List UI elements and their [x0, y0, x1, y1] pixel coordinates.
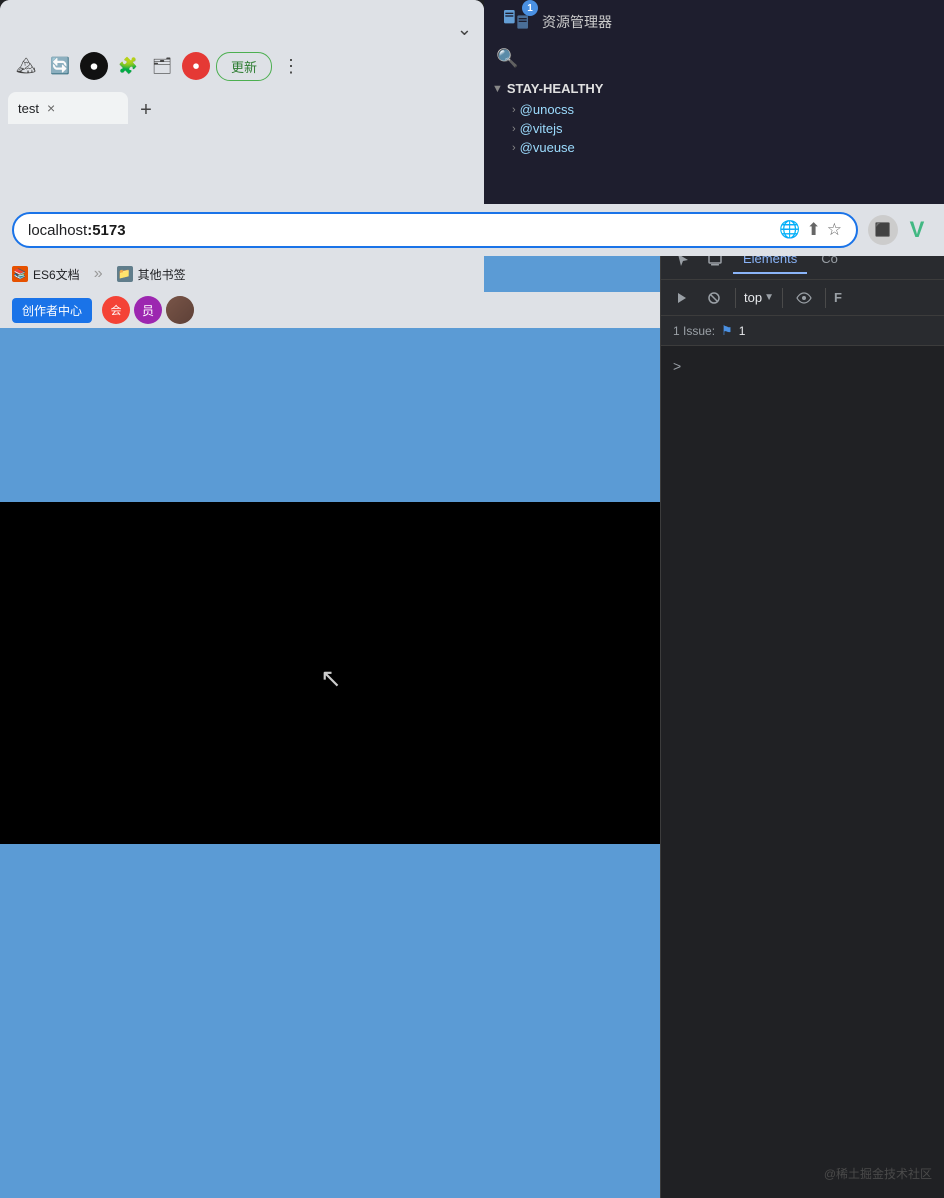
chrome-url-host: localhost — [28, 222, 87, 239]
devtools-console-toolbar: top ▼ F — [661, 280, 944, 316]
chrome-url-text: localhost:5173 — [28, 222, 773, 239]
vscode-item-label-2: @vitejs — [520, 121, 563, 136]
chrome-vue-icon[interactable]: V — [902, 215, 932, 245]
content-black: ↖ — [0, 502, 660, 844]
devtools-top-select[interactable]: top ▼ — [744, 290, 774, 305]
chrome-icon-window[interactable]: 🗂 — [148, 52, 176, 80]
chrome-icon-record[interactable]: ⏺ — [182, 52, 210, 80]
chrome-tab-strip: test × + — [0, 88, 484, 124]
chrome-new-tab-button[interactable]: + — [132, 96, 160, 124]
chrome-icon-circle-dark[interactable]: ⏺ — [80, 52, 108, 80]
chrome-nav-icons: ⬛ V — [868, 215, 932, 245]
chrome-user-avatars: 会 员 — [102, 296, 194, 324]
vscode-item-chevron-3: › — [512, 142, 516, 154]
bookmark-other[interactable]: 📁 其他书签 — [117, 266, 186, 283]
vscode-search-icon[interactable]: 🔍 — [496, 48, 518, 69]
devtools-play-button[interactable] — [669, 285, 695, 311]
devtools-console-area: > @稀土掘金技术社区 — [661, 346, 944, 1198]
chrome-toolbar-icons: 🏔 🔄 ⏺ 🧩 🗂 ⏺ 更新 ⋮ — [0, 44, 484, 88]
devtools-issue-text: 1 Issue: — [673, 324, 715, 338]
bookmark-es6-favicon: 📚 — [12, 266, 28, 282]
vscode-explorer-icon: 1 — [500, 4, 532, 40]
chrome-tab-close-button[interactable]: × — [47, 100, 55, 116]
devtools-panel: Elements Co top ▼ F — [660, 240, 944, 1198]
content-blue-bottom — [0, 844, 660, 1198]
chrome-address-bar: localhost:5173 🌐 ⬆ ☆ ⬛ V — [0, 204, 944, 256]
avatar-1: 会 — [102, 296, 130, 324]
devtools-prompt-symbol: > — [673, 358, 681, 374]
devtools-issue-bar: 1 Issue: ⚑ 1 — [661, 316, 944, 346]
chrome-bookmarks-bar-full: 创作者中心 会 员 — [0, 292, 660, 328]
vscode-header: 1 资源管理器 — [484, 0, 944, 44]
devtools-console-prompt[interactable]: > — [673, 358, 932, 374]
bookmark-es6[interactable]: 📚 ES6文档 — [12, 266, 80, 283]
vscode-root-chevron: ▼ — [492, 83, 503, 95]
devtools-top-label: top — [744, 290, 762, 305]
avatar-3 — [166, 296, 194, 324]
devtools-eye-button[interactable] — [791, 285, 817, 311]
chrome-extension-icon-gray[interactable]: ⬛ — [868, 215, 898, 245]
devtools-stop-button[interactable] — [701, 285, 727, 311]
chrome-dropdown-button[interactable]: ⌄ — [453, 15, 476, 44]
vscode-header-title: 资源管理器 — [542, 12, 612, 32]
vscode-item-chevron-2: › — [512, 123, 516, 135]
chrome-url-port: :5173 — [87, 222, 125, 239]
vscode-item-label-1: @unocss — [520, 102, 574, 117]
chrome-translate-icon[interactable]: 🌐 — [779, 220, 800, 240]
mouse-cursor: ↖ — [320, 663, 342, 694]
bookmark-es6-label: ES6文档 — [33, 266, 80, 283]
chrome-tab-test[interactable]: test × — [8, 92, 128, 124]
devtools-separator — [735, 288, 736, 308]
chrome-bookmark-star-icon[interactable]: ☆ — [827, 220, 842, 240]
vscode-root-label: STAY-HEALTHY — [507, 81, 604, 96]
devtools-separator-2 — [782, 288, 783, 308]
chrome-icon-reload-circle[interactable]: 🔄 — [46, 52, 74, 80]
bookmark-creator-label: 创作者中心 — [22, 302, 82, 319]
vscode-item-label-3: @vueuse — [520, 140, 575, 155]
vscode-badge: 1 — [522, 0, 538, 16]
bookmark-creator[interactable]: 创作者中心 — [12, 298, 92, 323]
vscode-item-chevron-1: › — [512, 104, 516, 116]
devtools-filter-label: F — [834, 290, 842, 305]
chrome-address-icons: 🌐 ⬆ ☆ — [779, 220, 842, 240]
browser-content: ↖ — [0, 240, 660, 1198]
devtools-top-chevron: ▼ — [764, 292, 774, 303]
bookmark-other-label: 其他书签 — [138, 266, 186, 283]
chrome-bookmarks-bar: 📚 ES6文档 » 📁 其他书签 — [0, 256, 484, 292]
bookmark-other-favicon: 📁 — [117, 266, 133, 282]
chrome-tab-label: test — [18, 101, 39, 116]
avatar-2: 员 — [134, 296, 162, 324]
vscode-tree-item-vueuse[interactable]: › @vueuse — [484, 138, 944, 157]
chrome-icon-puzzle[interactable]: 🧩 — [114, 52, 142, 80]
devtools-issue-count: 1 — [739, 324, 746, 338]
vscode-tree-item-unocss[interactable]: › @unocss — [484, 100, 944, 119]
devtools-separator-3 — [825, 288, 826, 308]
chrome-share-icon[interactable]: ⬆ — [807, 220, 821, 240]
devtools-issue-flag-icon: ⚑ — [721, 323, 733, 339]
chrome-update-button[interactable]: 更新 — [216, 52, 272, 81]
devtools-watermark: @稀土掘金技术社区 — [824, 1165, 932, 1182]
chrome-more-button[interactable]: ⋮ — [278, 56, 304, 77]
chrome-tab-bar-top: ⌄ — [0, 0, 484, 44]
chrome-icon-landscape[interactable]: 🏔 — [12, 52, 40, 80]
bookmark-separator: » — [94, 265, 103, 283]
vscode-tree-item-vitejs[interactable]: › @vitejs — [484, 119, 944, 138]
chrome-address-input[interactable]: localhost:5173 🌐 ⬆ ☆ — [12, 212, 858, 248]
vscode-tree-root[interactable]: ▼ STAY-HEALTHY — [484, 77, 944, 100]
